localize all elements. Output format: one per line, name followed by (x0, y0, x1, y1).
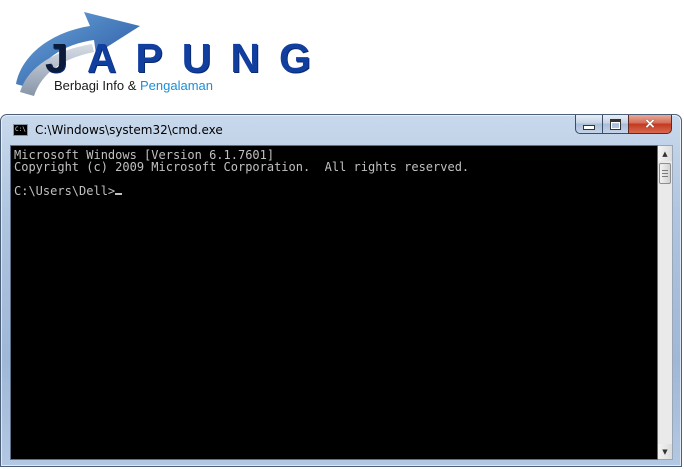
minimize-icon (583, 124, 595, 130)
maximize-button[interactable] (602, 115, 628, 134)
close-button[interactable]: × (628, 115, 672, 134)
cmd-icon-text: C:\ (15, 126, 26, 133)
cmd-window: C:\ C:\Windows\system32\cmd.exe × Micros… (0, 114, 682, 467)
logo-title: JAPUNG (45, 38, 330, 79)
console-output[interactable]: Microsoft Windows [Version 6.1.7601] Cop… (10, 145, 658, 460)
logo-title-rest: APUNG (86, 35, 330, 81)
window-titlebar[interactable]: C:\ C:\Windows\system32\cmd.exe × (1, 115, 681, 143)
logo-title-first: J (45, 35, 87, 81)
console-text[interactable]: Microsoft Windows [Version 6.1.7601] Cop… (14, 149, 469, 197)
logo-tagline: Berbagi Info & Pengalaman (54, 78, 213, 93)
scroll-up-arrow-icon[interactable]: ▲ (658, 146, 672, 161)
scrollbar-thumb[interactable] (659, 163, 671, 184)
logo-tagline-main: Berbagi Info & (54, 78, 140, 93)
minimize-button[interactable] (575, 115, 602, 134)
text-cursor (115, 193, 123, 195)
window-title: C:\Windows\system32\cmd.exe (35, 123, 223, 137)
site-logo: JAPUNG Berbagi Info & Pengalaman (0, 0, 684, 110)
logo-tagline-highlight: Pengalaman (140, 78, 213, 93)
scroll-down-arrow-icon[interactable]: ▼ (658, 444, 672, 459)
console-line-copyright: Copyright (c) 2009 Microsoft Corporation… (14, 160, 470, 174)
vertical-scrollbar[interactable]: ▲ ▼ (658, 145, 673, 460)
cmd-icon[interactable]: C:\ (13, 124, 28, 136)
close-icon: × (644, 116, 656, 132)
window-controls: × (575, 115, 672, 135)
console-prompt: C:\Users\Dell> (14, 184, 116, 198)
maximize-icon (610, 118, 621, 130)
